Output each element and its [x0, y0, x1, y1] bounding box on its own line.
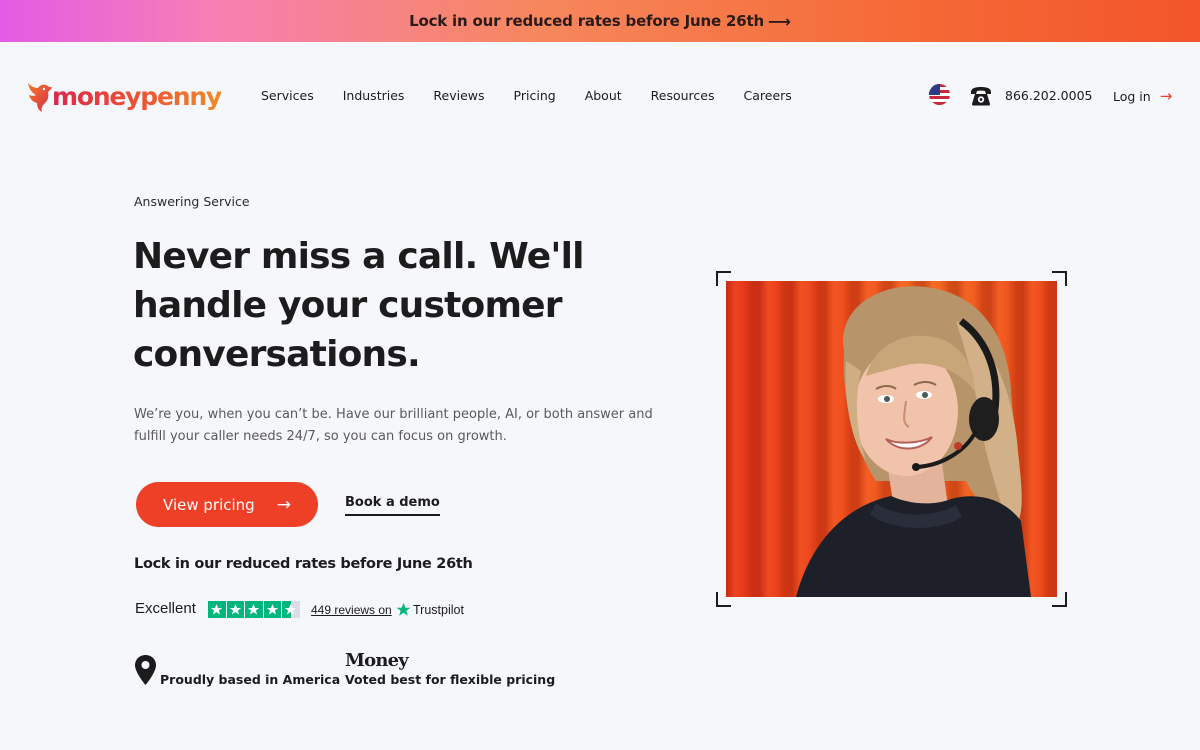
promo-banner[interactable]: Lock in our reduced rates before June 26…	[0, 0, 1200, 42]
trustpilot-reviews-link[interactable]: 449 reviews on	[311, 603, 392, 617]
book-demo-link[interactable]: Book a demo	[345, 495, 440, 516]
nav-menu: Services Industries Reviews Pricing Abou…	[261, 88, 821, 103]
view-pricing-label: View pricing	[163, 495, 255, 514]
us-flag-icon[interactable]	[929, 84, 950, 105]
arrow-right-icon: ⟶	[767, 11, 791, 31]
nav-item-resources[interactable]: Resources	[651, 88, 715, 103]
view-pricing-button[interactable]: View pricing →	[136, 482, 318, 527]
nav-item-services[interactable]: Services	[261, 88, 314, 103]
rates-note: Lock in our reduced rates before June 26…	[134, 556, 473, 572]
location-badge-text: Proudly based in America	[160, 672, 341, 687]
telephone-icon	[971, 87, 991, 106]
nav-item-industries[interactable]: Industries	[343, 88, 405, 103]
nav-item-pricing[interactable]: Pricing	[514, 88, 556, 103]
trustpilot-star-icon	[263, 601, 281, 618]
trustpilot-star-icon	[282, 601, 300, 618]
login-label: Log in	[1113, 89, 1151, 104]
arrow-right-icon: →	[276, 494, 291, 515]
nav-item-reviews[interactable]: Reviews	[433, 88, 484, 103]
brand-wordmark: moneypenny	[52, 81, 222, 111]
trustpilot-logo[interactable]: Trustpilot	[396, 602, 464, 617]
hero-eyebrow: Answering Service	[134, 194, 250, 209]
hero-headline: Never miss a call. We'll handle your cus…	[133, 236, 584, 375]
arrow-right-icon: →	[1159, 87, 1173, 105]
main-navigation: moneypenny Services Industries Reviews P…	[0, 42, 1200, 148]
map-pin-icon	[135, 655, 156, 685]
award-badge-text: Voted best for flexible pricing	[345, 672, 556, 687]
trustpilot-star-icon	[226, 601, 244, 618]
moneypenny-logo[interactable]: moneypenny	[26, 78, 222, 114]
hero-subtext: We’re you, when you can’t be. Have our b…	[134, 407, 653, 444]
trustpilot-star-icon	[396, 602, 411, 616]
trustpilot-star-icon	[245, 601, 263, 618]
nav-item-about[interactable]: About	[585, 88, 622, 103]
trustpilot-star-icon	[208, 601, 226, 618]
trustpilot-rating-word: Excellent	[135, 600, 196, 617]
hero-photo-receptionist	[726, 281, 1057, 597]
trustpilot-wordmark: Trustpilot	[413, 602, 464, 617]
phone-number-link[interactable]: 866.202.0005	[1005, 88, 1092, 103]
trustpilot-stars	[208, 601, 300, 618]
hero-photo-frame	[716, 271, 1067, 607]
nav-item-careers[interactable]: Careers	[744, 88, 792, 103]
money-magazine-logo: Money	[345, 650, 409, 671]
receptionist-illustration	[796, 286, 1031, 597]
promo-banner-text: Lock in our reduced rates before June 26…	[409, 12, 764, 30]
login-link[interactable]: Log in →	[1113, 87, 1173, 105]
bird-logo-icon	[28, 83, 52, 112]
